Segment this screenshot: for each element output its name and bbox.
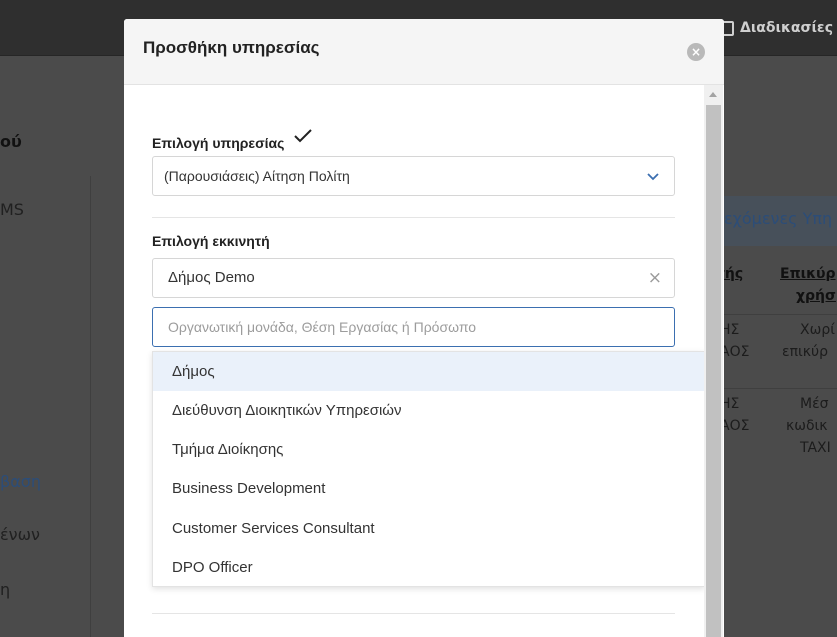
chevron-down-icon bbox=[647, 173, 659, 181]
column-header: Επικύρ bbox=[780, 266, 836, 282]
dropdown-option[interactable]: Διεύθυνση Διοικητικών Υπηρεσιών bbox=[153, 391, 704, 430]
section-divider bbox=[152, 613, 675, 614]
column-header: χρήσ bbox=[796, 288, 836, 304]
background-content: εχόμενες Υπη τής Επικύρ χρήσ ΗΣ ΑΟΣ Χωρί… bbox=[724, 56, 837, 637]
modal-title: Προσθήκη υπηρεσίας bbox=[143, 38, 320, 57]
dropdown-option[interactable]: Τμήμα Διοίκησης bbox=[153, 430, 704, 469]
section-divider bbox=[152, 217, 675, 218]
requester-selected: Δήμος Demo × bbox=[152, 258, 675, 298]
row-divider bbox=[724, 314, 837, 315]
sidebar-fragment: ού bbox=[0, 132, 22, 151]
close-icon[interactable]: × bbox=[687, 43, 705, 61]
clear-icon[interactable]: × bbox=[648, 268, 662, 288]
table-cell: ΑΟΣ bbox=[724, 344, 750, 360]
service-label: Επιλογή υπηρεσίας bbox=[152, 135, 285, 151]
table-cell: ΗΣ bbox=[724, 396, 740, 412]
dropdown-option[interactable]: Δήμος bbox=[153, 352, 704, 391]
requester-label: Επιλογή εκκινητή bbox=[152, 233, 270, 249]
dropdown-option[interactable]: Customer Services Consultant bbox=[153, 509, 704, 548]
column-header: τής bbox=[724, 266, 744, 282]
table-cell: επικύρ bbox=[782, 344, 828, 360]
sidebar-divider bbox=[90, 176, 91, 637]
background-tab: εχόμενες Υπη bbox=[724, 196, 837, 246]
dropdown-option[interactable]: DPO Officer bbox=[153, 548, 704, 587]
sidebar-fragment: MS bbox=[0, 200, 24, 219]
table-cell: Χωρί bbox=[800, 322, 835, 338]
procedures-label: Διαδικασίες bbox=[740, 20, 833, 36]
modal-header: Προσθήκη υπηρεσίας × bbox=[124, 19, 724, 85]
requester-search-input[interactable] bbox=[152, 307, 675, 347]
table-cell: ΑΟΣ bbox=[724, 418, 750, 434]
procedures-menu: Διαδικασίες bbox=[722, 20, 833, 36]
add-service-modal: Προσθήκη υπηρεσίας × Επιλογή υπηρεσίας (… bbox=[124, 19, 724, 637]
check-icon bbox=[294, 129, 312, 143]
service-select-value: (Παρουσιάσεις) Αίτηση Πολίτη bbox=[164, 168, 350, 184]
table-cell: Μέσ bbox=[800, 396, 829, 412]
table-cell: TAXI bbox=[800, 440, 831, 456]
scroll-up-icon[interactable] bbox=[709, 92, 717, 97]
sidebar-fragment: η bbox=[0, 580, 11, 599]
row-divider bbox=[724, 388, 837, 389]
requester-dropdown: Δήμος Διεύθυνση Διοικητικών Υπηρεσιών Τμ… bbox=[152, 351, 705, 587]
requester-selected-value: Δήμος Demo bbox=[168, 269, 255, 286]
sidebar-fragment: βαση bbox=[0, 472, 42, 491]
service-select[interactable]: (Παρουσιάσεις) Αίτηση Πολίτη bbox=[152, 156, 675, 196]
table-cell: ΗΣ bbox=[724, 322, 740, 338]
background-sidebar: ού MS βαση ένων η bbox=[0, 56, 124, 637]
table-cell: κωδικ bbox=[786, 418, 828, 434]
modal-scrollbar[interactable] bbox=[704, 85, 723, 637]
scrollbar-thumb[interactable] bbox=[706, 105, 721, 637]
dropdown-option[interactable]: Business Development bbox=[153, 469, 704, 508]
sidebar-fragment: ένων bbox=[0, 525, 40, 544]
